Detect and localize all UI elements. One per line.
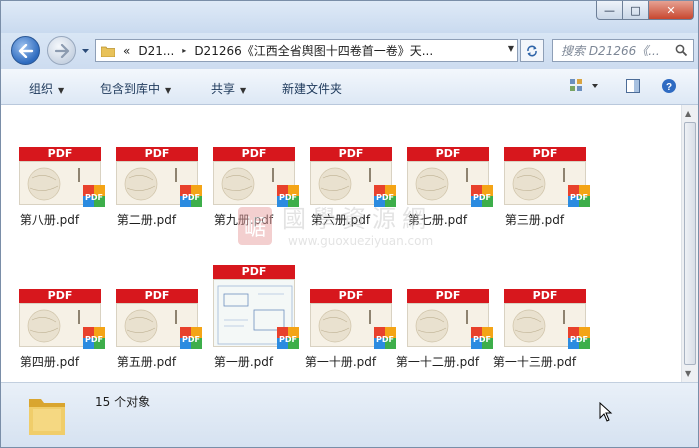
svg-text:PDF: PDF	[570, 193, 588, 202]
address-bar[interactable]: « D21... ▸ D21266《江西全省舆图十四卷首一卷》天... ▼	[95, 39, 518, 62]
command-bar: 组织 ▼ 包含到库中 ▼ 共享 ▼ 新建文件夹 ?	[1, 69, 698, 105]
pdf-label: PDF	[116, 289, 198, 303]
pdf-thumbnail: PDF PDF	[116, 289, 202, 349]
address-segment-current[interactable]: D21266《江西全省舆图十四卷首一卷》天...	[194, 42, 433, 59]
forward-arrow-icon	[54, 43, 69, 58]
pdf-thumbnail: PDF PDF	[116, 147, 202, 207]
pdf-label: PDF	[19, 289, 101, 303]
pdf-label: PDF	[213, 147, 295, 161]
address-dropdown-icon[interactable]: ▼	[508, 44, 514, 53]
watermark-logo: 崌 國學資源網 www.guoxueziyuan.com	[238, 205, 433, 248]
pdf-label: PDF	[310, 289, 392, 303]
file-item[interactable]: PDF PDF 第三册.pdf	[486, 147, 590, 237]
pdf-thumbnail: PDF PDF	[504, 147, 590, 207]
organize-menu[interactable]: 组织 ▼	[29, 80, 64, 97]
svg-text:PDF: PDF	[570, 335, 588, 344]
help-icon[interactable]: ?	[661, 78, 677, 94]
pdf-app-badge-icon: PDF	[568, 185, 590, 207]
back-button[interactable]	[11, 36, 40, 65]
close-button[interactable]: ✕	[649, 1, 694, 20]
chevron-down-icon: ▼	[58, 86, 65, 95]
pdf-label: PDF	[504, 147, 586, 161]
svg-text:國學資源網: 國學資源網	[282, 205, 432, 233]
address-separator-icon[interactable]: ▸	[182, 46, 186, 55]
svg-text:www.guoxueziyuan.com: www.guoxueziyuan.com	[288, 234, 433, 248]
pdf-label: PDF	[407, 289, 489, 303]
pdf-label: PDF	[19, 147, 101, 161]
file-name[interactable]: 第三册.pdf	[466, 211, 603, 228]
details-pane: 15 个对象	[1, 382, 698, 447]
maximize-button[interactable]: □	[623, 1, 649, 20]
scroll-up-icon[interactable]: ▲	[685, 109, 691, 118]
back-arrow-icon	[18, 43, 33, 58]
preview-pane-icon[interactable]	[625, 78, 641, 94]
pdf-thumbnail: PDF PDF	[19, 147, 105, 207]
caption-buttons: — □ ✕	[596, 1, 694, 20]
file-name[interactable]: 第一十三册.pdf	[466, 353, 603, 370]
pdf-thumbnail: PDF PDF	[213, 265, 299, 349]
refresh-button[interactable]	[520, 39, 544, 62]
explorer-window: — □ ✕ « D21... ▸ D21266《江西全省舆图十四卷首一卷》天..…	[0, 0, 699, 448]
item-count: 15 个对象	[95, 395, 151, 409]
recent-pages-dropdown-icon[interactable]	[81, 46, 90, 55]
pdf-thumbnail: PDF PDF	[310, 147, 396, 207]
change-view-icon[interactable]	[569, 78, 599, 94]
search-box[interactable]: 搜索 D21266《...	[552, 39, 694, 62]
refresh-icon	[527, 45, 537, 56]
svg-text:崌: 崌	[244, 216, 266, 241]
pdf-thumbnail: PDF PDF	[310, 289, 396, 349]
organize-label: 组织	[29, 82, 54, 96]
vertical-scrollbar[interactable]: ▲ ▼	[681, 105, 698, 382]
pdf-label: PDF	[310, 147, 392, 161]
chevron-down-icon: ▼	[240, 86, 247, 95]
new-folder-button[interactable]: 新建文件夹	[282, 80, 342, 97]
share-label: 共享	[211, 82, 236, 96]
forward-button[interactable]	[47, 36, 76, 65]
pdf-app-badge-icon: PDF	[568, 327, 590, 349]
title-bar: — □ ✕	[1, 1, 698, 33]
file-item[interactable]: PDF PDF 第一十三册.pdf	[486, 289, 590, 379]
scrollbar-thumb[interactable]	[684, 122, 696, 365]
pdf-thumbnail: PDF PDF	[213, 147, 299, 207]
pdf-thumbnail: PDF PDF	[504, 289, 590, 349]
folder-icon	[29, 399, 65, 435]
mouse-cursor-icon	[599, 402, 613, 422]
pdf-thumbnail: PDF PDF	[407, 147, 493, 207]
svg-text:?: ?	[666, 82, 672, 93]
minimize-button[interactable]: —	[596, 1, 623, 20]
pdf-label: PDF	[504, 289, 586, 303]
folder-icon	[101, 46, 115, 57]
scroll-down-icon[interactable]: ▼	[685, 369, 691, 378]
pdf-thumbnail: PDF PDF	[407, 289, 493, 349]
search-placeholder: 搜索 D21266《...	[561, 44, 660, 58]
include-in-library-label: 包含到库中	[100, 82, 161, 96]
search-icon[interactable]	[675, 44, 688, 57]
address-segment-parent[interactable]: D21...	[138, 44, 174, 58]
pdf-label: PDF	[116, 147, 198, 161]
chevron-down-icon: ▼	[165, 86, 172, 95]
pdf-label: PDF	[213, 265, 295, 279]
include-in-library-menu[interactable]: 包含到库中 ▼	[100, 80, 171, 97]
share-menu[interactable]: 共享 ▼	[211, 80, 246, 97]
address-overflow[interactable]: «	[123, 44, 130, 58]
pdf-thumbnail: PDF PDF	[19, 289, 105, 349]
navigation-bar: « D21... ▸ D21266《江西全省舆图十四卷首一卷》天... ▼ 搜索…	[1, 33, 698, 69]
pdf-label: PDF	[407, 147, 489, 161]
